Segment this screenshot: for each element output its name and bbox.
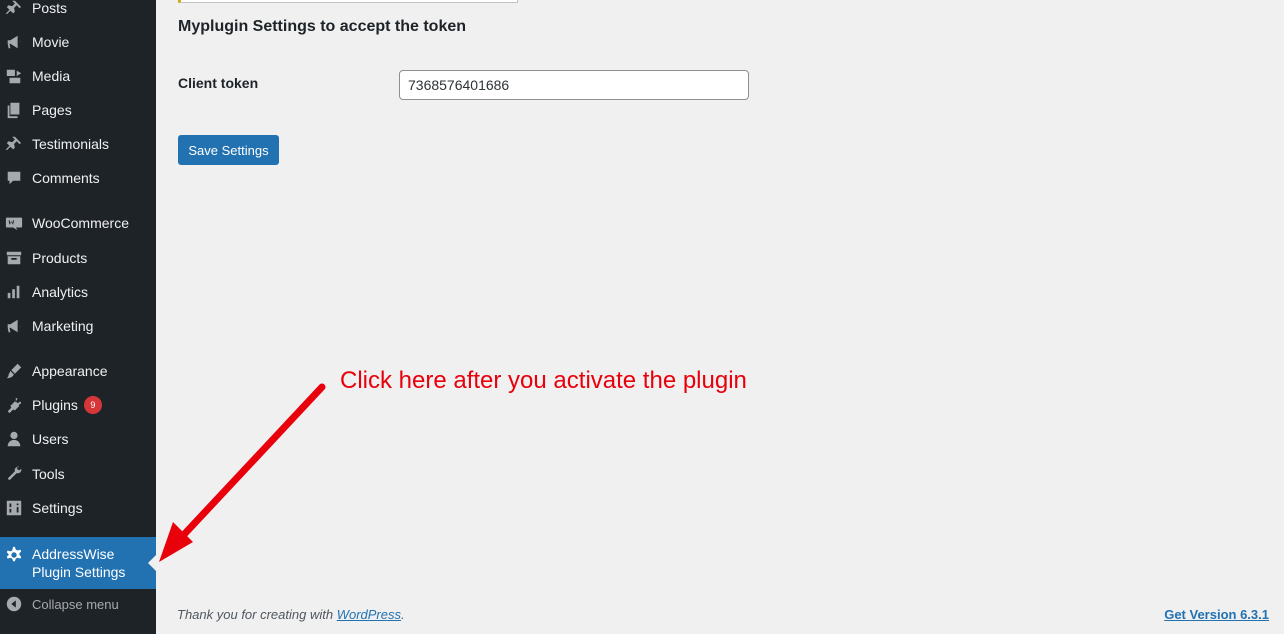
footer-period: . xyxy=(401,607,405,622)
sidebar-item-label: Posts xyxy=(32,0,68,16)
woo-icon xyxy=(4,213,24,233)
sidebar-item-label: Analytics xyxy=(32,284,89,300)
client-token-input[interactable] xyxy=(399,70,749,100)
sliders-icon xyxy=(4,498,24,518)
comment-icon xyxy=(4,168,24,188)
collapse-menu-label: Collapse menu xyxy=(32,596,119,612)
sidebar-item-media[interactable]: Media xyxy=(0,59,156,93)
pin-icon xyxy=(4,0,24,18)
sidebar-item-addresswise-plugin-settings[interactable]: AddressWise Plugin Settings xyxy=(0,537,156,589)
bar-chart-icon xyxy=(4,282,24,302)
sidebar-item-label: Users xyxy=(32,431,69,447)
sidebar-item-pages[interactable]: Pages xyxy=(0,93,156,127)
sidebar-item-label: AddressWise Plugin Settings xyxy=(32,546,126,580)
sidebar-item-label: Tools xyxy=(32,466,65,482)
sidebar-item-label: Plugins xyxy=(32,397,78,413)
footer-thanks-text: Thank you for creating with xyxy=(177,607,337,622)
sidebar-item-label: Products xyxy=(32,250,88,266)
save-settings-button[interactable]: Save Settings xyxy=(178,135,279,165)
admin-sidebar: Posts Movie Media Pages Testimonials Com… xyxy=(0,0,156,634)
sidebar-item-settings[interactable]: Settings xyxy=(0,491,156,525)
sidebar-item-tools[interactable]: Tools xyxy=(0,457,156,491)
sidebar-item-label: Marketing xyxy=(32,318,94,334)
sidebar-item-analytics[interactable]: Analytics xyxy=(0,275,156,309)
sidebar-item-label: Pages xyxy=(32,102,72,118)
sidebar-item-label: Movie xyxy=(32,34,70,50)
sidebar-item-label: WooCommerce xyxy=(32,215,129,231)
sidebar-item-label: Testimonials xyxy=(32,136,110,152)
brush-icon xyxy=(4,361,24,381)
client-token-label: Client token xyxy=(178,75,259,91)
wordpress-link[interactable]: WordPress xyxy=(337,607,401,622)
sidebar-item-label: Comments xyxy=(32,170,100,186)
collapse-arrow-icon xyxy=(4,594,24,614)
current-menu-arrow xyxy=(148,555,156,571)
annotation-text: Click here after you activate the plugin xyxy=(340,367,747,394)
sidebar-item-label: Appearance xyxy=(32,363,108,379)
sidebar-item-testimonials[interactable]: Testimonials xyxy=(0,127,156,161)
collapse-menu-button[interactable]: Collapse menu xyxy=(0,587,156,621)
megaphone-icon xyxy=(4,316,24,336)
pin-icon xyxy=(4,134,24,154)
sidebar-item-movie[interactable]: Movie xyxy=(0,25,156,59)
sidebar-item-comments[interactable]: Comments xyxy=(0,161,156,195)
media-icon xyxy=(4,66,24,86)
sidebar-item-products[interactable]: Products xyxy=(0,241,156,275)
user-icon xyxy=(4,429,24,449)
sidebar-item-appearance[interactable]: Appearance xyxy=(0,354,156,388)
plugins-update-badge: 9 xyxy=(83,396,102,414)
footer-thanks: Thank you for creating with WordPress. xyxy=(177,607,405,622)
sidebar-item-label: Media xyxy=(32,68,71,84)
get-version-link[interactable]: Get Version 6.3.1 xyxy=(1164,607,1269,622)
gear-icon xyxy=(4,545,24,565)
sidebar-item-label: Settings xyxy=(32,500,83,516)
plug-icon xyxy=(4,395,24,415)
megaphone-icon xyxy=(4,32,24,52)
archive-icon xyxy=(4,248,24,268)
sidebar-item-users[interactable]: Users xyxy=(0,422,156,456)
pages-icon xyxy=(4,100,24,120)
wrench-icon xyxy=(4,464,24,484)
sidebar-item-marketing[interactable]: Marketing xyxy=(0,309,156,343)
top-notice-box xyxy=(178,0,518,3)
sidebar-item-posts[interactable]: Posts xyxy=(0,0,156,25)
sidebar-item-woocommerce[interactable]: WooCommerce xyxy=(0,206,156,240)
sidebar-item-plugins[interactable]: Plugins 9 xyxy=(0,388,156,422)
page-title: Myplugin Settings to accept the token xyxy=(178,18,467,35)
